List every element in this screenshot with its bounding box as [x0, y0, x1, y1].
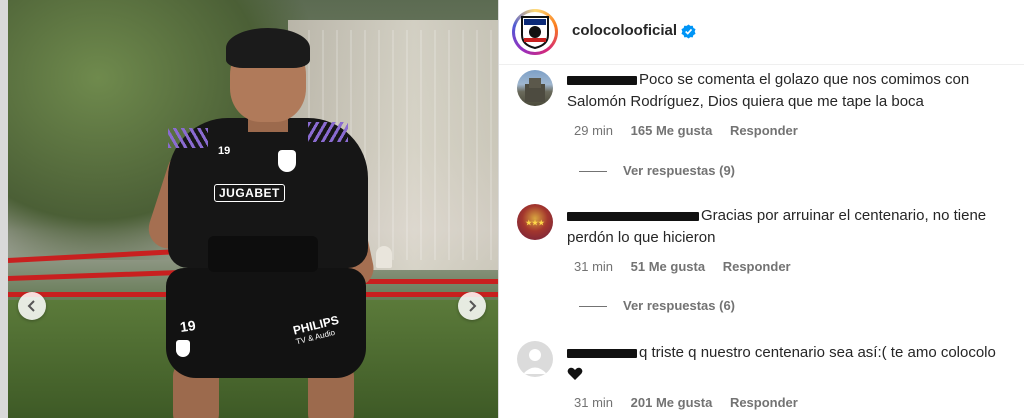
view-replies-button[interactable]: Ver respuestas (6)	[579, 298, 735, 313]
jersey-stripes	[308, 122, 348, 142]
comment-time: 31 min	[574, 395, 614, 410]
post-photo[interactable]: 19 JUGABET 19 PHILIPS TV & Audio	[8, 0, 498, 418]
chevron-left-icon	[27, 300, 35, 312]
commenter-avatar[interactable]: ★★★	[517, 204, 553, 240]
view-replies-label: Ver respuestas (9)	[623, 163, 736, 178]
comment-meta: 31 min 201 Me gusta Responder	[574, 395, 812, 410]
comment-text-block: Gracias por arruinar el centenario, no t…	[567, 205, 1007, 249]
carousel-next-button[interactable]	[458, 292, 486, 320]
comment-meta: 31 min 51 Me gusta Responder	[574, 259, 805, 274]
reply-button[interactable]: Responder	[730, 123, 798, 138]
avatar-image: ★★★	[526, 219, 546, 227]
club-crest-icon	[521, 16, 549, 49]
comment-username-redacted[interactable]	[567, 348, 637, 358]
avatar-image	[525, 78, 545, 102]
chevron-right-icon	[469, 300, 477, 312]
default-avatar-icon	[523, 349, 547, 374]
jersey-stripes	[168, 128, 208, 148]
left-frame	[0, 0, 8, 418]
club-crest-icon	[278, 150, 296, 172]
commenter-avatar[interactable]	[517, 70, 553, 106]
player-hair	[226, 28, 310, 68]
jersey-sponsor: JUGABET	[214, 184, 285, 202]
carousel-prev-button[interactable]	[18, 292, 46, 320]
commenter-avatar[interactable]	[517, 341, 553, 377]
reply-button[interactable]: Responder	[730, 395, 798, 410]
header-username[interactable]: colocolooficial	[572, 22, 677, 39]
shorts-number: 19	[178, 316, 197, 336]
comment-time: 29 min	[574, 123, 614, 138]
comment-time: 31 min	[574, 259, 614, 274]
training-cone	[376, 246, 392, 268]
training-belt	[208, 236, 318, 272]
comments-panel: colocolooficial Poco se comenta el golaz…	[499, 0, 1024, 418]
reply-button[interactable]: Responder	[723, 259, 791, 274]
svg-text:★★★: ★★★	[526, 219, 546, 227]
post-header: colocolooficial	[499, 0, 1024, 65]
comment-text-block: q triste q nuestro centenario sea así:( …	[567, 342, 1007, 386]
profile-avatar[interactable]	[512, 9, 558, 55]
avatar-inner	[515, 12, 555, 52]
replies-line	[579, 306, 607, 308]
comment-username-redacted[interactable]	[567, 75, 637, 85]
jersey-number: 19	[218, 145, 231, 157]
comment-username-redacted[interactable]	[567, 211, 699, 221]
club-crest-icon	[176, 340, 190, 357]
replies-line	[579, 171, 607, 173]
comment-likes[interactable]: 165 Me gusta	[631, 123, 713, 138]
verified-badge-icon	[681, 24, 696, 39]
comment-meta: 29 min 165 Me gusta Responder	[574, 123, 812, 138]
comment-likes[interactable]: 201 Me gusta	[631, 395, 713, 410]
comment-text-block: Poco se comenta el golazo que nos comimo…	[567, 69, 1007, 113]
comment-likes[interactable]: 51 Me gusta	[631, 259, 705, 274]
comment-text: q triste q nuestro centenario sea así:( …	[639, 344, 996, 361]
view-replies-label: Ver respuestas (6)	[623, 298, 736, 313]
black-heart-icon	[567, 367, 583, 380]
view-replies-button[interactable]: Ver respuestas (9)	[579, 163, 735, 178]
